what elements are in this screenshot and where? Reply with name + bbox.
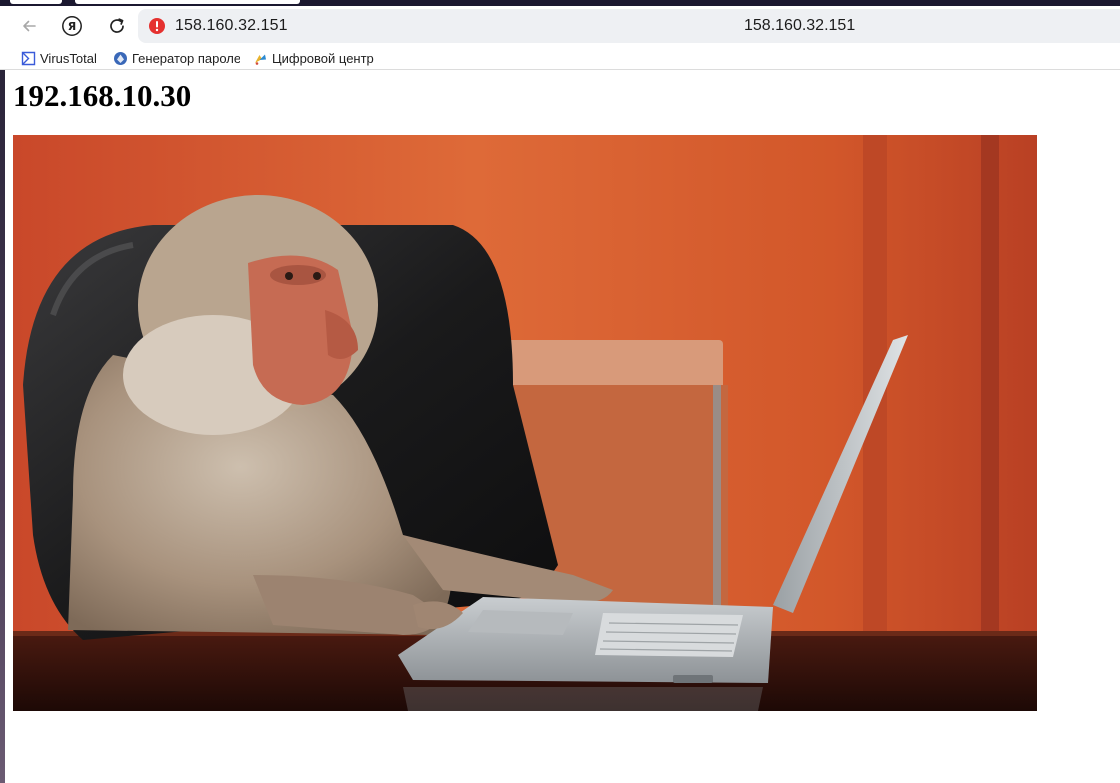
page-heading: 192.168.10.30 bbox=[13, 78, 192, 113]
bookmark-label: Генератор пароле bbox=[132, 50, 240, 66]
address-url[interactable]: 158.160.32.151 bbox=[175, 17, 288, 35]
bookmarks-bar: VirusTotal Генератор пароле Цифровой цен… bbox=[0, 46, 1120, 70]
address-bar[interactable]: 158.160.32.151 158.160.32.151 bbox=[138, 9, 1120, 43]
bookmark-label: VirusTotal bbox=[40, 50, 97, 66]
yandex-icon: Я bbox=[62, 16, 82, 36]
bookmark-virustotal[interactable]: VirusTotal bbox=[20, 48, 104, 68]
browser-toolbar: Я 158.160.32.151 158.160.32.151 bbox=[0, 6, 1120, 46]
window-title: 158.160.32.151 bbox=[744, 17, 856, 34]
tab-active[interactable] bbox=[75, 0, 300, 4]
baboon-laptop-photo bbox=[13, 135, 1037, 711]
bookmark-digital-center[interactable]: Цифровой центр bbox=[252, 48, 378, 68]
bookmark-label: Цифровой центр bbox=[272, 50, 374, 66]
reload-button[interactable] bbox=[101, 10, 133, 42]
svg-text:Я: Я bbox=[68, 20, 76, 33]
virustotal-icon bbox=[20, 50, 36, 66]
bookmark-password-generator[interactable]: Генератор пароле bbox=[112, 48, 240, 68]
reload-icon bbox=[110, 18, 124, 33]
tab-previous[interactable] bbox=[10, 0, 62, 4]
back-button[interactable] bbox=[13, 10, 45, 42]
password-generator-icon bbox=[112, 50, 128, 66]
digital-center-icon bbox=[252, 50, 268, 66]
desktop-edge bbox=[0, 70, 5, 783]
yandex-button[interactable]: Я bbox=[56, 10, 88, 42]
alert-icon[interactable] bbox=[148, 17, 166, 35]
back-arrow-icon bbox=[23, 20, 36, 32]
